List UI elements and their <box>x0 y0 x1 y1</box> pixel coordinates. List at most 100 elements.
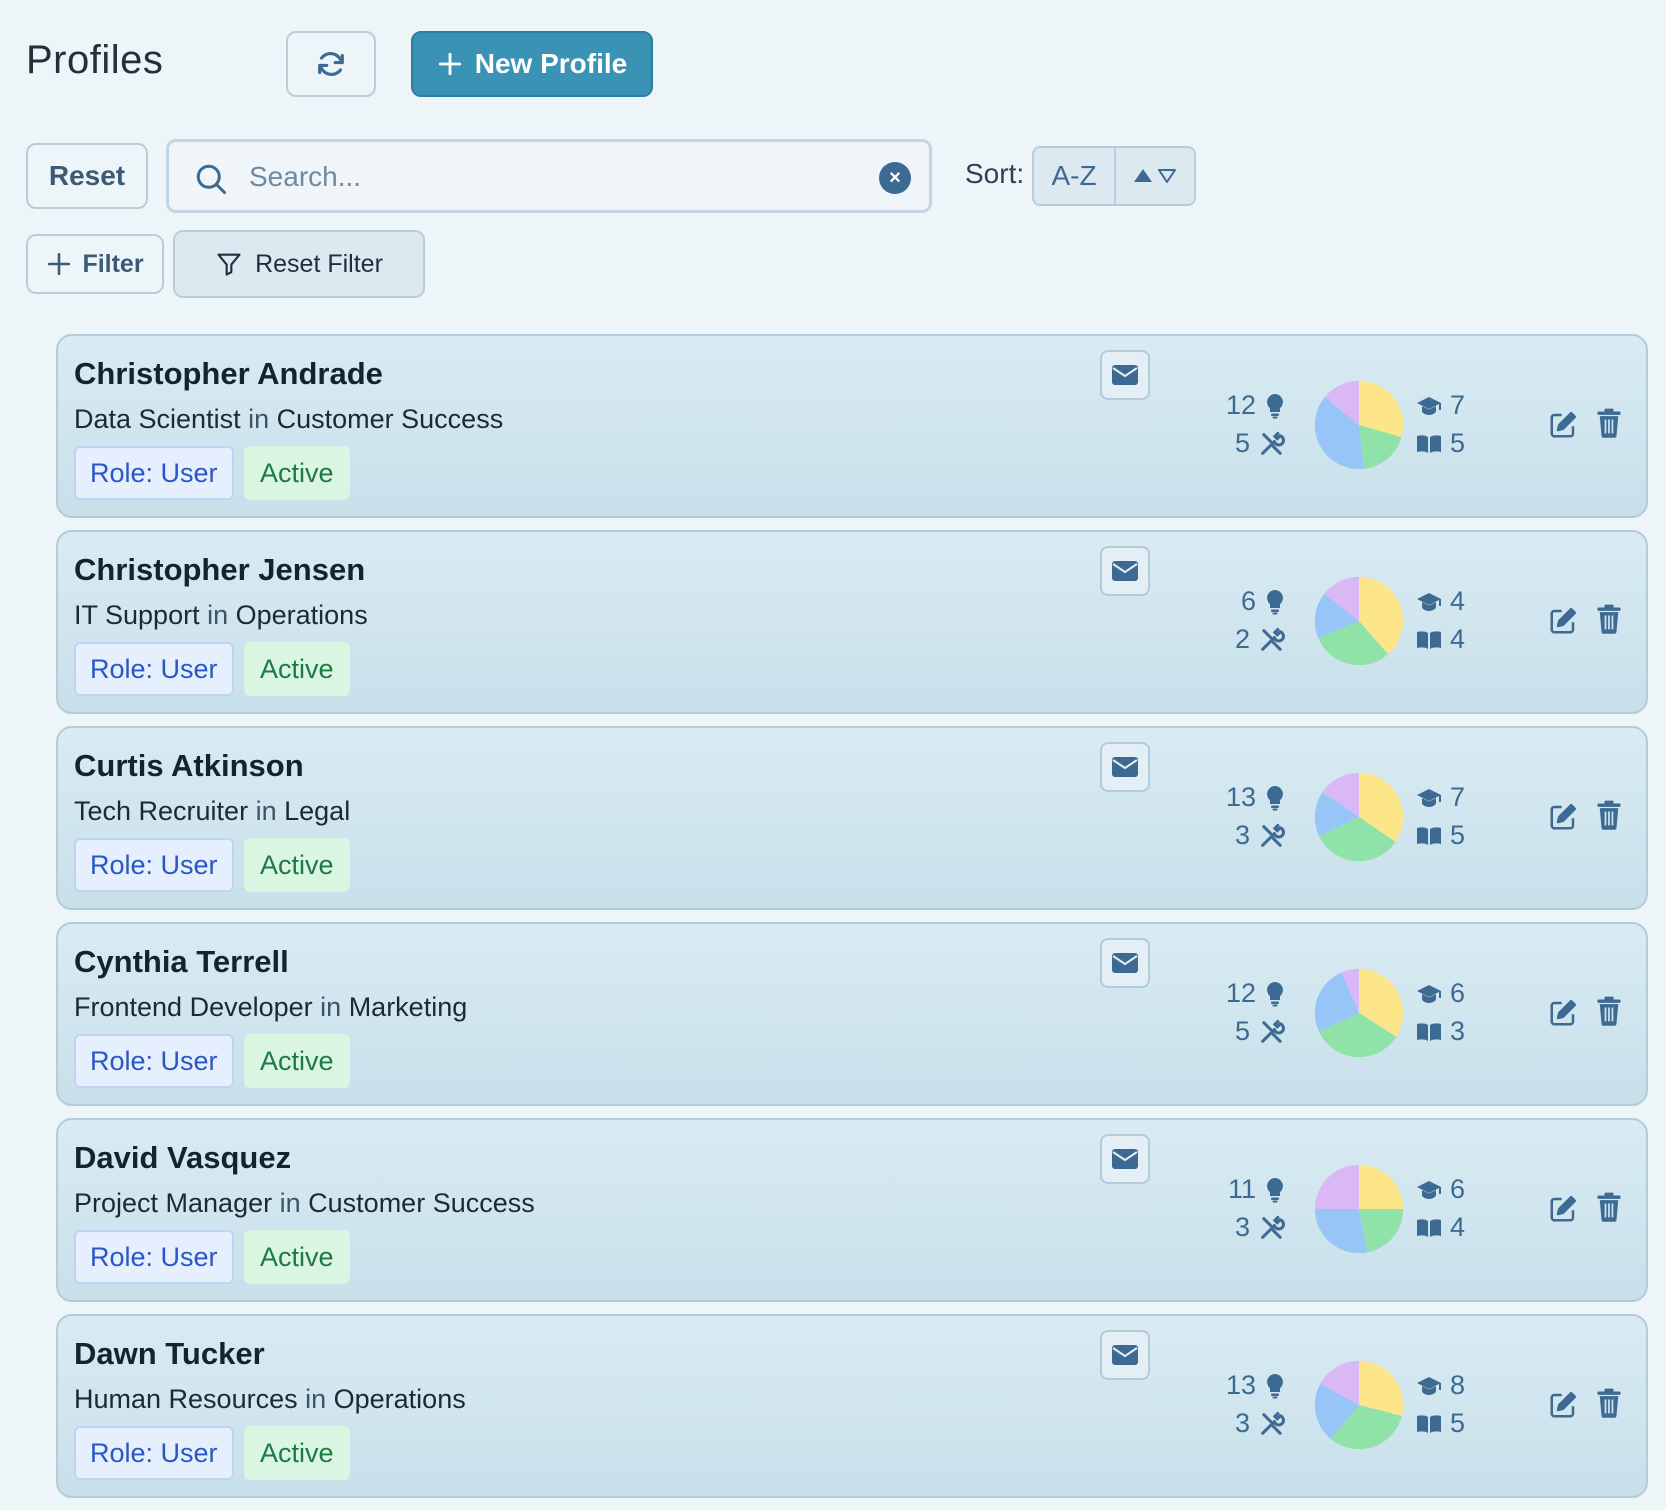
envelope-icon <box>1112 757 1138 777</box>
profile-card[interactable]: Cynthia Terrell Frontend Developer in Ma… <box>56 922 1648 1106</box>
email-button[interactable] <box>1100 350 1150 400</box>
ideas-stat: 6 <box>1241 586 1286 617</box>
delete-button[interactable] <box>1596 800 1622 835</box>
status-badge: Active <box>244 1034 350 1088</box>
envelope-icon <box>1112 1345 1138 1365</box>
search-input[interactable] <box>247 154 831 200</box>
education-stat: 6 <box>1416 978 1465 1009</box>
books-stat: 5 <box>1416 820 1465 851</box>
edit-button[interactable] <box>1548 606 1578 641</box>
role-badge: Role: User <box>74 642 234 696</box>
funnel-icon <box>217 253 241 276</box>
books-stat: 4 <box>1416 1212 1465 1243</box>
delete-button[interactable] <box>1596 1192 1622 1227</box>
refresh-button[interactable] <box>286 31 376 97</box>
email-button[interactable] <box>1100 546 1150 596</box>
sort-direction-toggle[interactable] <box>1116 148 1194 204</box>
lightbulb-icon <box>1267 589 1283 614</box>
status-badge: Active <box>244 642 350 696</box>
profile-card[interactable]: Christopher Andrade Data Scientist in Cu… <box>56 334 1648 518</box>
books-count: 4 <box>1450 624 1466 654</box>
ideas-count: 12 <box>1225 390 1256 420</box>
profile-name: Curtis Atkinson <box>74 748 304 783</box>
edit-button[interactable] <box>1548 1194 1578 1229</box>
books-count: 5 <box>1450 1408 1466 1438</box>
email-button[interactable] <box>1100 742 1150 792</box>
ideas-stat: 13 <box>1226 782 1286 813</box>
books-stat: 4 <box>1416 624 1465 655</box>
education-stat: 7 <box>1416 390 1465 421</box>
lightbulb-icon <box>1267 393 1283 418</box>
envelope-icon <box>1112 365 1138 385</box>
trash-icon <box>1597 1192 1621 1222</box>
sort-field-button[interactable]: A-Z <box>1034 148 1116 204</box>
sort-descending-icon <box>1158 169 1176 183</box>
books-count: 5 <box>1450 820 1466 850</box>
ideas-stat: 11 <box>1228 1174 1286 1205</box>
profile-card[interactable]: David Vasquez Project Manager in Custome… <box>56 1118 1648 1302</box>
status-badge: Active <box>244 446 350 500</box>
books-count: 3 <box>1450 1016 1466 1046</box>
profile-title: Project Manager <box>74 1188 273 1218</box>
new-profile-button[interactable]: New Profile <box>411 31 653 97</box>
skills-stat: 3 <box>1235 1212 1286 1243</box>
profile-name: Christopher Andrade <box>74 356 383 391</box>
envelope-icon <box>1112 561 1138 581</box>
profile-name: David Vasquez <box>74 1140 292 1175</box>
profile-in: in <box>207 600 229 630</box>
education-count: 6 <box>1450 1174 1466 1204</box>
role-badge: Role: User <box>74 1426 234 1480</box>
edit-button[interactable] <box>1548 802 1578 837</box>
skills-stat: 5 <box>1235 428 1286 459</box>
reset-filter-label: Reset Filter <box>255 249 383 278</box>
delete-button[interactable] <box>1596 996 1622 1031</box>
edit-button[interactable] <box>1548 998 1578 1033</box>
trash-icon <box>1597 1388 1621 1418</box>
profile-card[interactable]: Curtis Atkinson Tech Recruiter in Legal … <box>56 726 1648 910</box>
skills-count: 5 <box>1234 428 1250 458</box>
reset-button[interactable]: Reset <box>26 143 148 209</box>
delete-button[interactable] <box>1596 408 1622 443</box>
skills-count: 3 <box>1234 1212 1250 1242</box>
edit-button[interactable] <box>1548 1390 1578 1425</box>
profile-job: Frontend Developer in Marketing <box>74 992 467 1023</box>
search-box: × <box>166 139 932 213</box>
add-filter-button[interactable]: Filter <box>26 234 164 294</box>
education-stat: 8 <box>1416 1370 1465 1401</box>
profile-in: in <box>305 1384 327 1414</box>
clear-search-icon[interactable]: × <box>879 162 911 194</box>
skills-count: 2 <box>1234 624 1250 654</box>
books-stat: 3 <box>1416 1016 1465 1047</box>
email-button[interactable] <box>1100 938 1150 988</box>
profile-in: in <box>248 404 270 434</box>
delete-button[interactable] <box>1596 1388 1622 1423</box>
education-count: 7 <box>1450 782 1466 812</box>
profile-department: Marketing <box>348 992 468 1022</box>
skills-count: 3 <box>1234 1408 1250 1438</box>
book-icon <box>1417 1218 1441 1237</box>
education-count: 6 <box>1450 978 1466 1008</box>
profile-title: IT Support <box>74 600 200 630</box>
edit-button[interactable] <box>1548 410 1578 445</box>
tools-icon <box>1261 627 1285 651</box>
status-badge: Active <box>244 838 350 892</box>
email-button[interactable] <box>1100 1330 1150 1380</box>
trash-icon <box>1597 800 1621 830</box>
profile-card[interactable]: Dawn Tucker Human Resources in Operation… <box>56 1314 1648 1498</box>
skills-count: 3 <box>1234 820 1250 850</box>
email-button[interactable] <box>1100 1134 1150 1184</box>
role-badge: Role: User <box>74 446 234 500</box>
education-count: 8 <box>1450 1370 1466 1400</box>
profile-title: Data Scientist <box>74 404 241 434</box>
education-stat: 4 <box>1416 586 1465 617</box>
trash-icon <box>1597 408 1621 438</box>
books-stat: 5 <box>1416 1408 1465 1439</box>
graduation-cap-icon <box>1417 984 1441 1003</box>
ideas-stat: 12 <box>1226 978 1286 1009</box>
delete-button[interactable] <box>1596 604 1622 639</box>
graduation-cap-icon <box>1417 1180 1441 1199</box>
new-profile-label: New Profile <box>474 48 628 79</box>
profile-card[interactable]: Christopher Jensen IT Support in Operati… <box>56 530 1648 714</box>
reset-filter-button[interactable]: Reset Filter <box>173 230 425 298</box>
education-stat: 6 <box>1416 1174 1465 1205</box>
